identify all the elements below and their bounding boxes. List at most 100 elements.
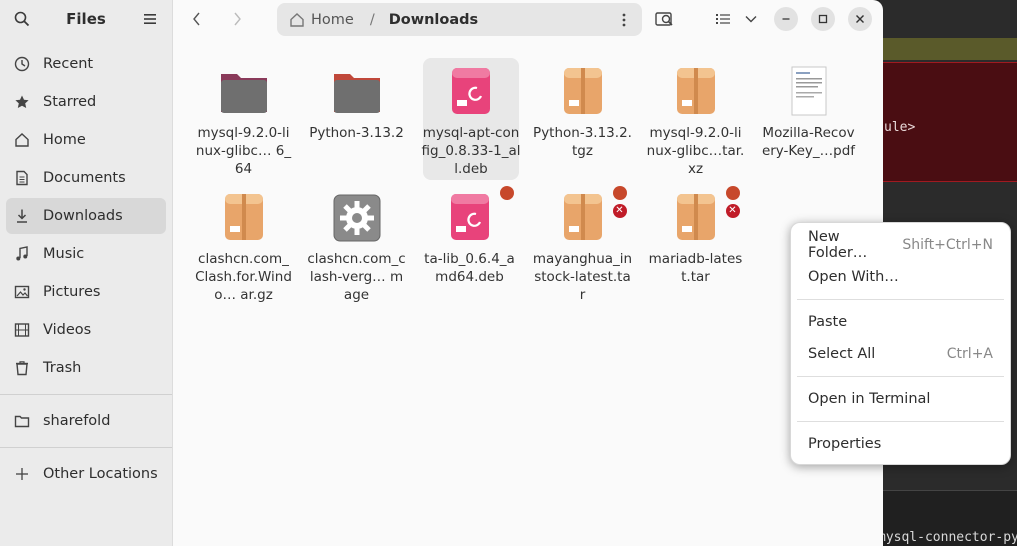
- close-icon: [856, 15, 864, 23]
- deb-package-icon: [444, 186, 514, 244]
- file-name: Python-3.13.2.tgz: [533, 125, 632, 159]
- terminal-text: ule>: [884, 120, 916, 135]
- menu-item-shortcut: Shift+Ctrl+N: [902, 237, 993, 253]
- chevron-down-icon[interactable]: [739, 7, 763, 31]
- plus-icon: [12, 464, 32, 484]
- menu-item-new-folder[interactable]: New Folder… Shift+Ctrl+N: [791, 229, 1010, 261]
- minimize-button[interactable]: [774, 7, 798, 31]
- sidebar-item-label: Other Locations: [43, 466, 158, 482]
- menu-item-label: Open With…: [808, 269, 899, 285]
- sidebar-item-recent[interactable]: Recent: [6, 46, 166, 82]
- home-icon: [290, 12, 304, 27]
- file-name: ta-lib_0.6.4_amd64.deb: [424, 251, 515, 285]
- file-item[interactable]: mysql-apt-config_0.8.33-1_all.deb: [422, 58, 521, 180]
- path-home-button[interactable]: Home: [289, 12, 354, 28]
- document-icon: [12, 168, 32, 188]
- menu-item-label: Select All: [808, 346, 876, 362]
- sidebar-item-home[interactable]: Home: [6, 122, 166, 158]
- archive-icon: [670, 66, 722, 118]
- file-item[interactable]: Python-3.13.2.tgz: [526, 58, 639, 180]
- sidebar-item-label: Documents: [43, 170, 126, 186]
- terminal-text: mysql-connector-py: [880, 530, 1017, 545]
- file-item[interactable]: ✕ mariadb-latest.tar: [639, 184, 752, 306]
- file-name: clashcn.com_Clash.for.Windo… ar.gz: [195, 251, 292, 303]
- menu-item-paste[interactable]: Paste: [791, 306, 1010, 338]
- path-home-label: Home: [311, 11, 354, 28]
- file-item[interactable]: Python-3.13.2: [300, 58, 413, 180]
- sidebar-item-label: Home: [43, 132, 86, 148]
- music-icon: [12, 244, 32, 264]
- unreadable-emblem-icon: ✕: [612, 204, 627, 218]
- sidebar-item-label: Trash: [43, 360, 82, 376]
- trash-icon: [12, 358, 32, 378]
- forward-button[interactable]: [223, 6, 251, 32]
- lock-emblem-icon: [612, 186, 627, 200]
- archive-icon: [557, 66, 609, 118]
- home-icon: [12, 130, 32, 150]
- menu-item-open-with[interactable]: Open With…: [791, 261, 1010, 293]
- menu-item-open-in-terminal[interactable]: Open in Terminal: [791, 383, 1010, 415]
- maximize-icon: [818, 14, 828, 24]
- path-current-folder[interactable]: Downloads: [389, 12, 478, 28]
- file-item[interactable]: ta-lib_0.6.4_amd64.deb: [413, 184, 526, 306]
- unreadable-emblem-icon: ✕: [725, 204, 740, 218]
- archive-icon: ✕: [557, 186, 627, 244]
- file-name: mysql-9.2.0-linux-glibc…tar.xz: [646, 125, 745, 177]
- path-bar[interactable]: Home / Downloads: [277, 3, 642, 36]
- menu-item-shortcut: Ctrl+A: [946, 346, 993, 362]
- sidebar-item-sharefold[interactable]: sharefold: [6, 403, 166, 439]
- sidebar-item-documents[interactable]: Documents: [6, 160, 166, 196]
- menu-item-label: New Folder…: [808, 229, 868, 261]
- search-files-icon[interactable]: [653, 7, 677, 31]
- minimize-icon: [782, 18, 790, 20]
- sidebar-item-music[interactable]: Music: [6, 236, 166, 272]
- search-icon[interactable]: [10, 7, 34, 31]
- file-item[interactable]: clashcn.com_Clash.for.Windo… ar.gz: [187, 184, 300, 306]
- hamburger-menu-icon[interactable]: [138, 7, 162, 31]
- file-item[interactable]: Mozilla-Recovery-Key_…pdf: [752, 58, 865, 180]
- sidebar-item-trash[interactable]: Trash: [6, 350, 166, 386]
- sidebar: Files Recent Starred Home Documents Down…: [0, 0, 173, 546]
- menu-item-label: Open in Terminal: [808, 391, 931, 407]
- file-item[interactable]: mysql-9.2.0-linux-glibc… 6_64: [187, 58, 300, 180]
- star-icon: [12, 92, 32, 112]
- header-bar: Home / Downloads: [173, 0, 883, 38]
- file-name: clashcn.com_clash-verg… mage: [307, 251, 406, 303]
- menu-item-label: Properties: [808, 436, 882, 452]
- file-name: Python-3.13.2: [309, 125, 404, 141]
- archive-icon: ✕: [670, 186, 740, 244]
- sidebar-item-label: Downloads: [43, 208, 123, 224]
- sidebar-item-label: Videos: [43, 322, 92, 338]
- sidebar-header: Files: [0, 0, 172, 38]
- menu-item-label: Paste: [808, 314, 848, 330]
- sidebar-item-pictures[interactable]: Pictures: [6, 274, 166, 310]
- menu-item-select-all[interactable]: Select All Ctrl+A: [791, 338, 1010, 370]
- sidebar-item-downloads[interactable]: Downloads: [6, 198, 166, 234]
- picture-icon: [12, 282, 32, 302]
- video-icon: [12, 320, 32, 340]
- app-title: Files: [66, 10, 106, 28]
- close-button[interactable]: [848, 7, 872, 31]
- file-item[interactable]: clashcn.com_clash-verg… mage: [300, 184, 413, 306]
- sidebar-item-label: Recent: [43, 56, 94, 72]
- maximize-button[interactable]: [811, 7, 835, 31]
- file-item[interactable]: mysql-9.2.0-linux-glibc…tar.xz: [639, 58, 752, 180]
- deb-package-icon: [445, 66, 497, 118]
- back-button[interactable]: [183, 6, 211, 32]
- list-view-icon[interactable]: [711, 7, 735, 31]
- vertical-dots-menu-icon[interactable]: [616, 10, 632, 30]
- folder-icon: [12, 411, 32, 431]
- file-name: mysql-9.2.0-linux-glibc… 6_64: [195, 125, 292, 177]
- sidebar-item-starred[interactable]: Starred: [6, 84, 166, 120]
- sidebar-item-label: Pictures: [43, 284, 101, 300]
- lock-emblem-icon: [725, 186, 740, 200]
- files-window: Files Recent Starred Home Documents Down…: [0, 0, 883, 546]
- executable-gear-icon: [331, 192, 383, 244]
- sidebar-item-videos[interactable]: Videos: [6, 312, 166, 348]
- menu-item-properties[interactable]: Properties: [791, 428, 1010, 460]
- sidebar-item-other-locations[interactable]: Other Locations: [6, 456, 166, 492]
- pdf-document-icon: [783, 66, 835, 118]
- sidebar-divider: [0, 394, 172, 395]
- sidebar-item-label: Starred: [43, 94, 97, 110]
- file-item[interactable]: ✕ mayanghua_instock-latest.tar: [526, 184, 639, 306]
